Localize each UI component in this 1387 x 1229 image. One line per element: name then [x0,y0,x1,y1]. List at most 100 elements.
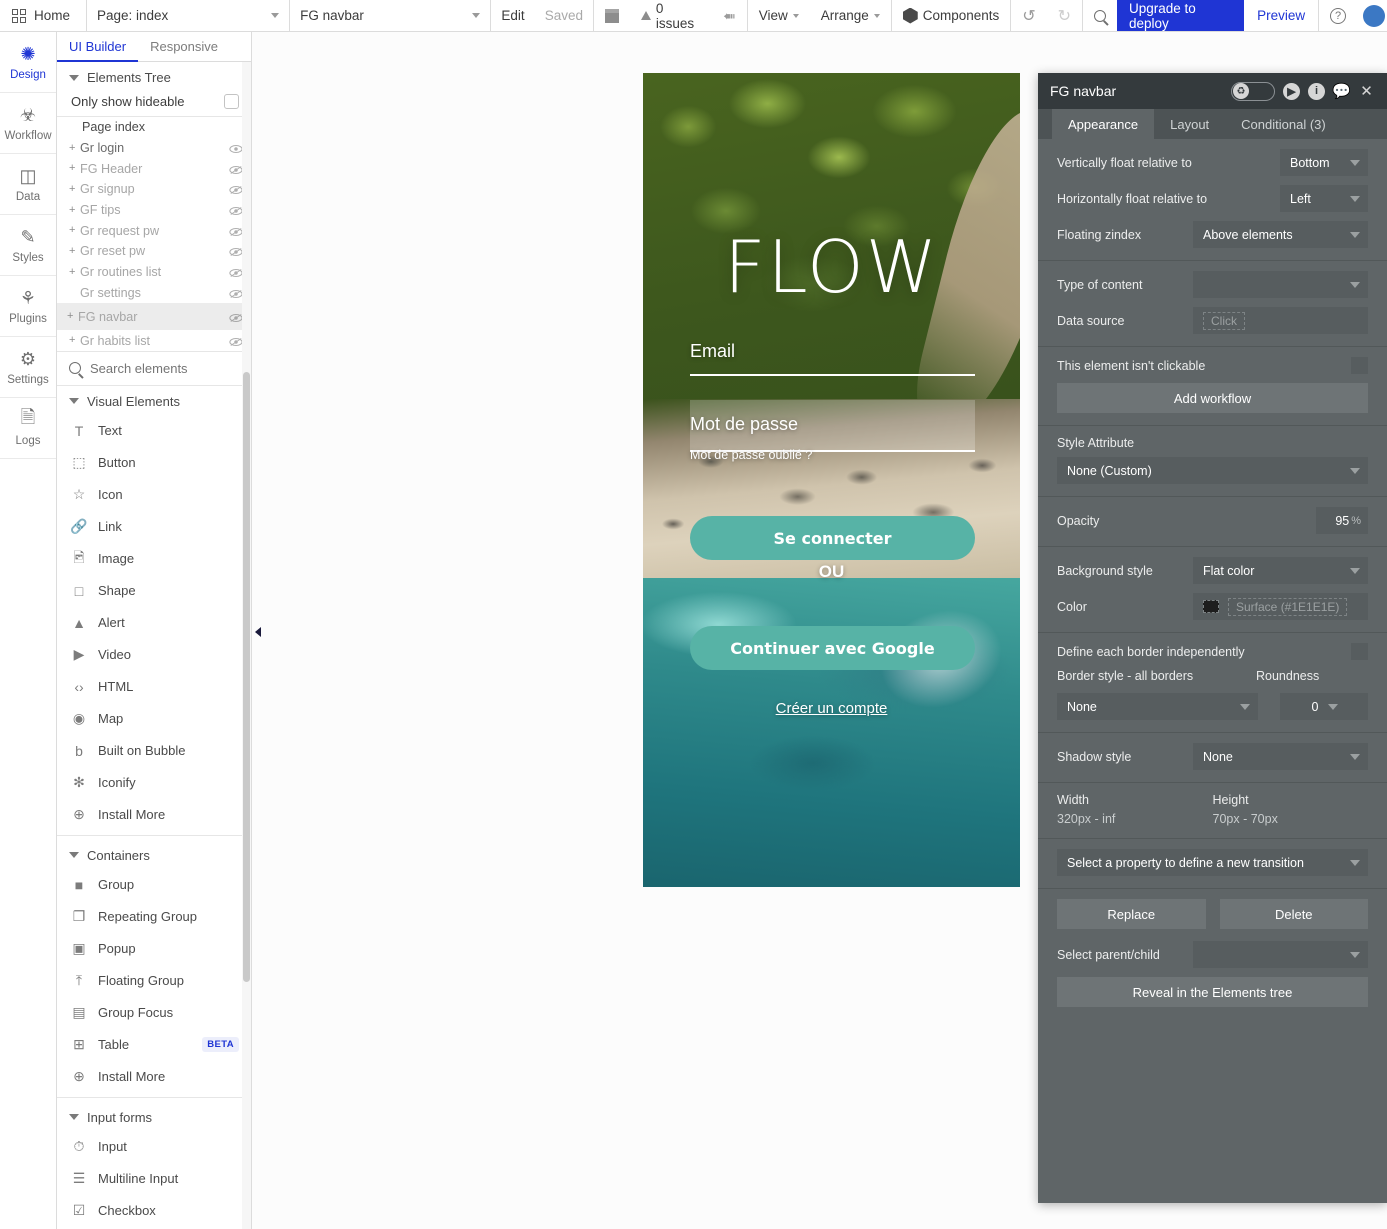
tree-node[interactable]: Gr settings [57,283,251,304]
redo-button[interactable]: ↻ [1047,0,1082,31]
element-item-install-more[interactable]: ⊕ Install More [57,799,251,831]
eye-visibility-icon[interactable] [229,312,243,322]
element-item-popup[interactable]: ▣ Popup [57,933,251,965]
parent-child-select[interactable] [1193,941,1368,968]
element-item-input[interactable]: ⏱ Input [57,1131,251,1163]
gift-button[interactable] [594,0,630,31]
collapse-panel-handle[interactable] [252,612,263,652]
border-style-select[interactable]: None [1057,693,1258,720]
tab-conditional[interactable]: Conditional (3) [1225,109,1342,139]
search-elements-row[interactable] [57,350,251,386]
tree-node[interactable]: + Gr habits list [57,330,251,351]
element-item-image[interactable]: 🖻 Image [57,543,251,575]
tree-node[interactable]: + Gr request pw [57,220,251,241]
home-button[interactable]: Home [0,0,86,31]
rail-item-data[interactable]: ◫ Data [0,154,56,215]
reveal-in-tree-button[interactable]: Reveal in the Elements tree [1057,977,1368,1007]
vertical-float-select[interactable]: Bottom [1280,149,1368,176]
background-style-select[interactable]: Flat color [1193,557,1368,584]
element-item-floating-group[interactable]: ⤒ Floating Group [57,965,251,997]
rail-item-design[interactable]: ✺ Design [0,32,56,93]
info-icon[interactable]: i [1308,82,1325,100]
eye-visibility-icon[interactable] [229,246,243,257]
eye-visibility-icon[interactable] [229,226,243,236]
close-icon[interactable]: ✕ [1358,83,1375,100]
eye-visibility-icon[interactable] [229,336,243,346]
tree-node[interactable]: + Gr reset pw [57,241,251,262]
eye-visibility-icon[interactable] [229,143,243,154]
transition-select[interactable]: Select a property to define a new transi… [1057,849,1368,876]
panel-scrollbar-track[interactable] [242,62,251,1229]
element-item-built-on-bubble[interactable]: b Built on Bubble [57,735,251,767]
app-preview-frame[interactable]: FLOW Email Mot de passe Mot de passe oub… [643,73,1020,887]
element-item-shape[interactable]: □ Shape [57,575,251,607]
element-item-map[interactable]: ◉ Map [57,703,251,735]
element-item-multiline-input[interactable]: ☰ Multiline Input [57,1163,251,1195]
edit-mode-button[interactable]: Edit [491,0,534,31]
expand-plus-icon[interactable]: + [69,204,78,216]
user-avatar[interactable] [1357,0,1387,31]
not-clickable-checkbox[interactable] [1351,357,1368,374]
rail-item-workflow[interactable]: ☣ Workflow [0,93,56,154]
element-item-group-focus[interactable]: ▤ Group Focus [57,997,251,1029]
page-selector[interactable]: Page: index [87,0,289,31]
tree-node[interactable]: Page index [57,117,251,138]
element-item-link[interactable]: 🔗 Link [57,511,251,543]
tab-layout[interactable]: Layout [1154,109,1225,139]
tree-node[interactable]: + Gr signup [57,179,251,200]
components-button[interactable]: Components [892,0,1011,31]
create-account-link[interactable]: Créer un compte [643,700,1020,717]
color-picker[interactable]: Surface (#1E1E1E) [1193,593,1368,620]
search-input[interactable] [90,360,220,376]
data-source-input[interactable]: Click [1193,307,1368,334]
preview-button[interactable]: Preview [1244,0,1318,31]
issues-button[interactable]: 0 issues [630,0,712,31]
expand-plus-icon[interactable]: + [69,266,78,278]
floating-zindex-select[interactable]: Above elements [1193,221,1368,248]
group-header[interactable]: Input forms [57,1102,251,1131]
tree-node[interactable]: + GF tips [57,200,251,221]
undo-button[interactable]: ↺ [1011,0,1046,31]
expand-plus-icon[interactable]: + [69,245,78,257]
tree-node[interactable]: + Gr routines list [57,262,251,283]
only-show-hideable-checkbox[interactable] [224,94,239,109]
replace-button[interactable]: Replace [1057,899,1206,929]
expand-plus-icon[interactable]: + [67,311,76,322]
eye-visibility-icon[interactable] [229,184,243,195]
add-workflow-button[interactable]: Add workflow [1057,383,1368,413]
tree-node[interactable]: + Gr login [57,138,251,159]
rail-item-settings[interactable]: ⚙ Settings [0,337,56,398]
eye-visibility-icon[interactable] [229,288,243,298]
expand-plus-icon[interactable]: + [69,225,78,236]
arrange-menu[interactable]: Arrange [810,0,891,31]
elements-tree-header[interactable]: Elements Tree [57,62,251,91]
element-item-html[interactable]: ‹› HTML [57,671,251,703]
type-of-content-select[interactable] [1193,271,1368,298]
play-icon[interactable]: ▶ [1283,82,1300,100]
element-item-text[interactable]: T Text [57,415,251,447]
expand-plus-icon[interactable]: + [69,183,78,195]
style-attribute-select[interactable]: None (Custom) [1057,457,1368,484]
element-item-video[interactable]: ▶ Video [57,639,251,671]
comment-icon[interactable]: 💬 [1332,83,1351,100]
element-item-install-more[interactable]: ⊕ Install More [57,1061,251,1093]
element-item-checkbox[interactable]: ☑ Checkbox [57,1195,251,1227]
upgrade-to-deploy-button[interactable]: Upgrade to deploy [1116,0,1245,31]
expand-plus-icon[interactable]: + [69,142,78,154]
panel-scrollbar-thumb[interactable] [243,372,250,982]
opacity-input[interactable]: 95 % [1316,507,1368,534]
shadow-style-select[interactable]: None [1193,743,1368,770]
tree-node[interactable]: + FG Header [57,158,251,179]
element-item-button[interactable]: ⬚ Button [57,447,251,479]
experiments-toggle[interactable]: ♻ [1231,81,1275,101]
forgot-password-link[interactable]: Mot de passe oublié ? [690,448,812,462]
google-login-button[interactable]: Continuer avec Google [690,626,975,670]
expand-plus-icon[interactable]: + [69,335,78,346]
group-header[interactable]: Visual Elements [57,386,251,415]
tree-node[interactable]: + FG navbar [57,303,251,331]
element-selector[interactable]: FG navbar [290,0,490,31]
expand-plus-icon[interactable]: + [69,163,78,174]
delete-button[interactable]: Delete [1219,899,1368,929]
eye-visibility-icon[interactable] [229,267,243,278]
element-item-iconify[interactable]: ✻ Iconify [57,767,251,799]
